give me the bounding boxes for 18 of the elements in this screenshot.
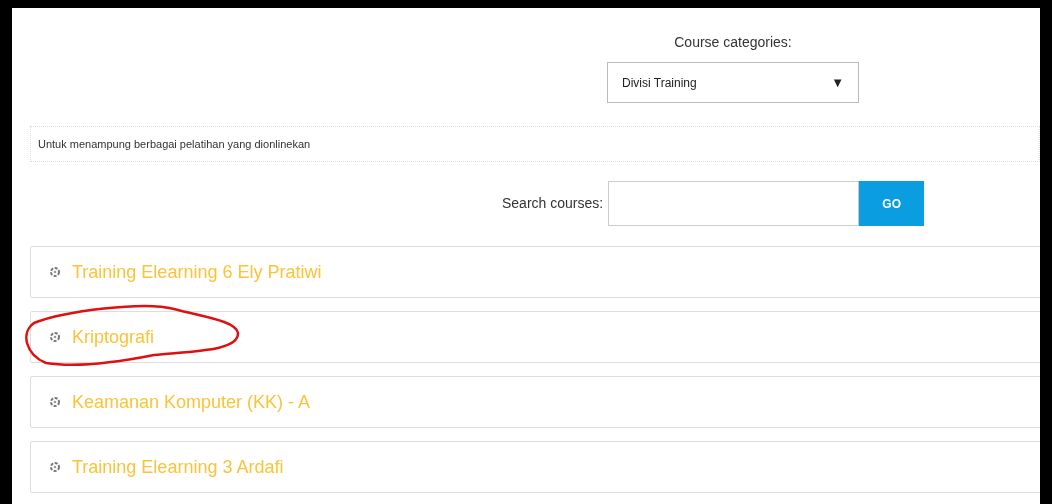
categories-label: Course categories: [674, 33, 792, 52]
course-link[interactable]: Training Elearning 6 Ely Pratiwi [72, 258, 322, 286]
course-link[interactable]: Kriptografi [72, 323, 155, 351]
gear-icon [48, 330, 62, 344]
category-description: Untuk menampung berbagai pelatihan yang dionlinekan [30, 126, 1040, 162]
course-card[interactable]: Training Elearning 6 Ely Pratiwi [30, 246, 1040, 298]
course-card[interactable]: Keamanan Komputer (KK) - A [30, 376, 1040, 428]
course-link[interactable]: Keamanan Komputer (KK) - A [72, 388, 311, 416]
course-card[interactable]: Kriptografi [30, 311, 1040, 363]
category-dropdown[interactable]: Divisi Training ▼ [607, 62, 859, 103]
gear-icon [48, 395, 62, 409]
gear-icon [48, 460, 62, 474]
gear-icon [48, 265, 62, 279]
search-label: Search courses: [502, 194, 604, 213]
go-button[interactable]: GO [859, 181, 925, 226]
course-card[interactable]: Training Elearning 3 Ardafi [30, 441, 1040, 493]
search-field[interactable] [608, 181, 860, 226]
course-link[interactable]: Training Elearning 3 Ardafi [72, 453, 284, 481]
